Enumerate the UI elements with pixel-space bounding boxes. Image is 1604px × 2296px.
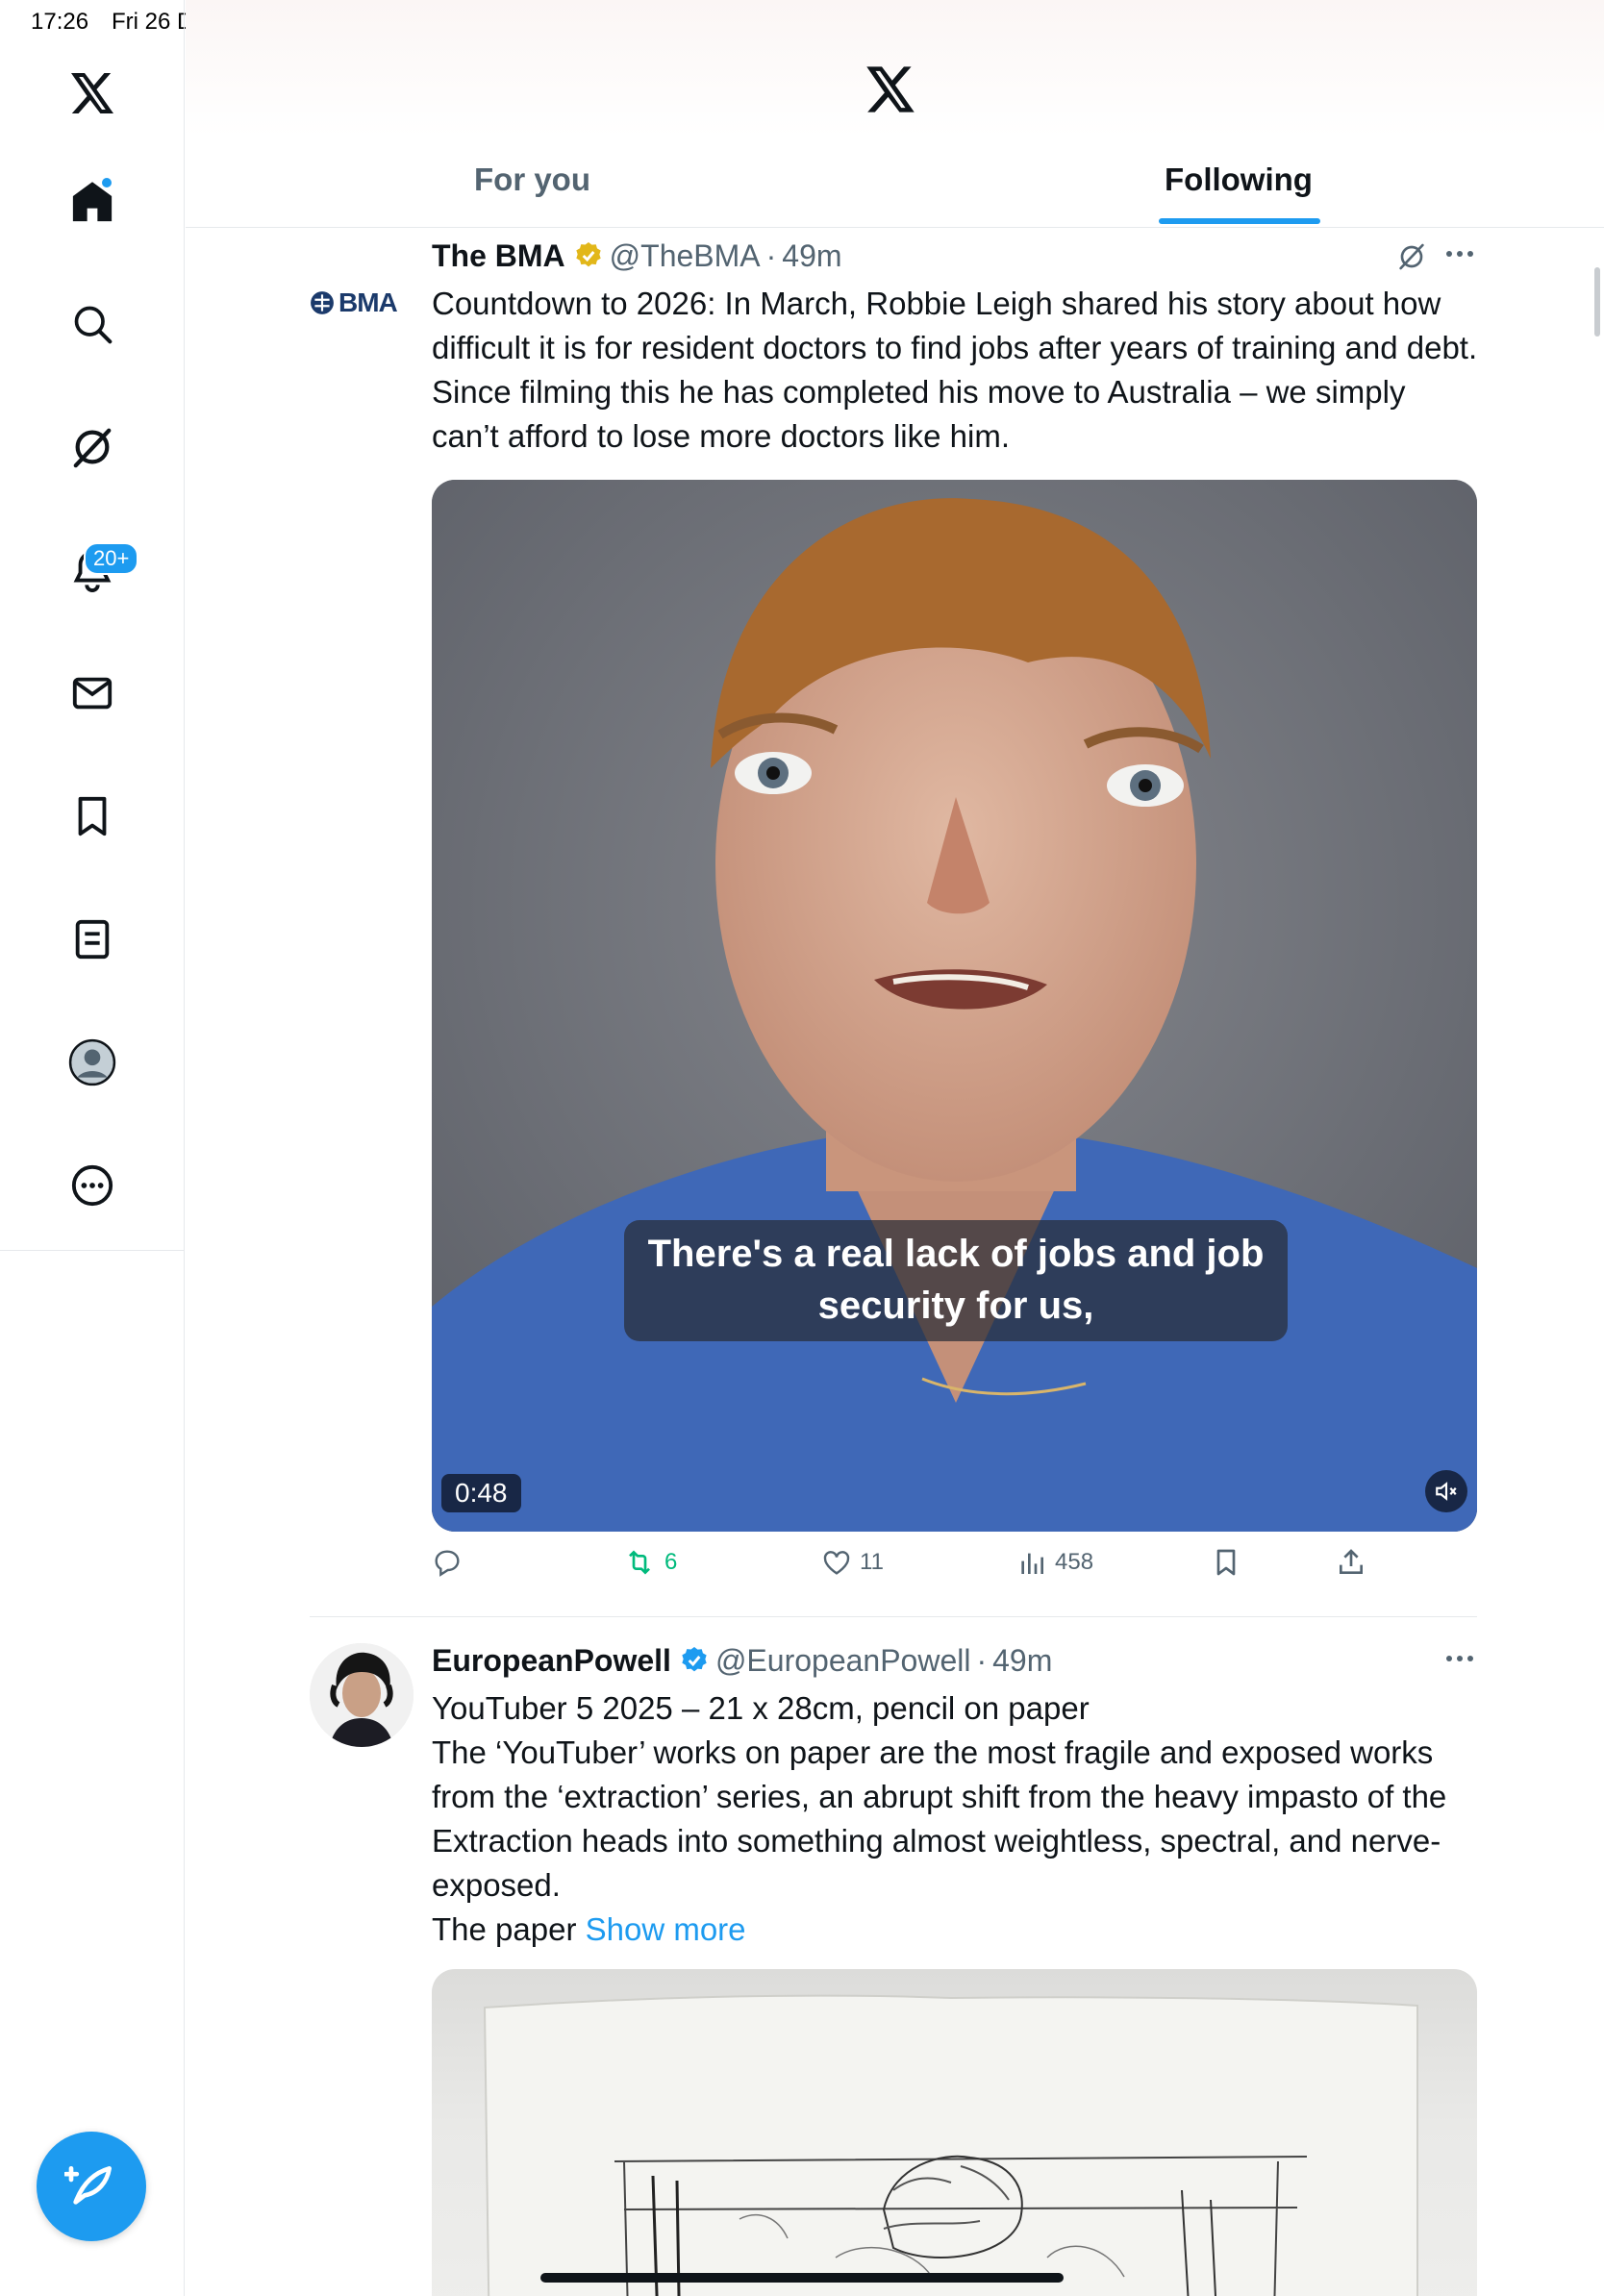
bookmarks-icon[interactable] (59, 783, 126, 850)
verified-blue-badge-icon (679, 1645, 710, 1676)
more-icon[interactable] (59, 1152, 126, 1219)
sidebar-divider (0, 1250, 185, 1251)
notifications-badge: 20+ (84, 542, 139, 575)
share-icon (1340, 1549, 1363, 1574)
like-button[interactable]: 11 (821, 1547, 884, 1578)
bma-avatar[interactable]: BMA (310, 251, 414, 355)
tweet[interactable]: EuropeanPowell @EuropeanPowell · 49m You… (310, 1640, 1477, 2296)
bookmark-button[interactable] (1211, 1547, 1241, 1578)
search-icon[interactable] (59, 290, 126, 358)
tweet-text-paragraph: The ‘YouTuber’ works on paper are the mo… (432, 1734, 1447, 1903)
grok-icon[interactable] (59, 413, 126, 481)
compose-feather-icon (64, 2166, 112, 2205)
video-frame (432, 480, 1477, 1532)
sidebar: 20+ (0, 0, 185, 2296)
tweet-time[interactable]: 49m (782, 238, 841, 274)
pencil-drawing-image (483, 1994, 1418, 2296)
bookmark-icon (1216, 1549, 1236, 1576)
tweet[interactable]: BMA The BMA @TheBMA · 49m Countdown to 2… (310, 236, 1477, 1601)
tweet-header: EuropeanPowell @EuropeanPowell · 49m (432, 1640, 1052, 1681)
lists-icon[interactable] (59, 906, 126, 973)
avatar-photo (310, 1643, 414, 1747)
muted-speaker-icon (1436, 1482, 1457, 1501)
timeline-tabs: For you Following (186, 144, 1604, 228)
retweet-icon (629, 1550, 650, 1575)
video-duration: 0:48 (441, 1474, 521, 1512)
compose-button[interactable] (37, 2132, 146, 2241)
video-caption: There's a real lack of jobs and job secu… (624, 1220, 1288, 1341)
tab-for-you[interactable]: For you (474, 162, 590, 198)
dot-separator: · (976, 1642, 988, 1678)
views-button[interactable]: 458 (1016, 1547, 1093, 1578)
author-handle[interactable]: @EuropeanPowell (715, 1643, 971, 1679)
messages-icon[interactable] (59, 660, 126, 727)
heart-icon (823, 1551, 850, 1575)
dot-separator: · (765, 237, 777, 273)
grok-icon[interactable] (1396, 241, 1427, 272)
scrollbar-thumb[interactable] (1594, 267, 1600, 337)
home-icon[interactable] (59, 167, 126, 235)
author-avatar[interactable] (310, 1643, 414, 1747)
tweet-actions: 6 11 458 (432, 1547, 1477, 1589)
tweet-text-truncated: The paper Show more (432, 1908, 1480, 1952)
tweet-separator (310, 1616, 1477, 1617)
bma-avatar-text: BMA (338, 287, 398, 317)
verified-gold-badge-icon (573, 240, 604, 271)
tweet-header: The BMA @TheBMA · 49m (432, 236, 842, 276)
reply-icon (435, 1550, 460, 1577)
more-options-icon[interactable] (1444, 249, 1475, 259)
author-name[interactable]: EuropeanPowell (432, 1643, 671, 1679)
views-count: 458 (1055, 1549, 1094, 1575)
retweet-button[interactable]: 6 (622, 1547, 677, 1578)
show-more-link[interactable]: Show more (586, 1911, 746, 1947)
tweet-text: YouTuber 5 2025 – 21 x 28cm, pencil on p… (432, 1686, 1480, 1952)
tweet-text: Countdown to 2026: In March, Robbie Leig… (432, 286, 1478, 454)
x-logo-icon (866, 66, 915, 112)
tweet-text-line: YouTuber 5 2025 – 21 x 28cm, pencil on p… (432, 1690, 1090, 1726)
bma-emblem-icon (311, 291, 334, 314)
active-tab-indicator (1159, 218, 1320, 224)
home-indicator[interactable] (540, 2273, 1064, 2283)
x-logo-icon[interactable] (59, 60, 126, 127)
mute-button[interactable] (1425, 1470, 1467, 1512)
author-handle[interactable]: @TheBMA (610, 238, 761, 274)
views-chart-icon (1021, 1553, 1043, 1574)
profile-icon[interactable] (59, 1029, 126, 1096)
share-button[interactable] (1336, 1547, 1366, 1578)
tweet-text-tail: The paper (432, 1911, 577, 1947)
home-notification-dot (100, 176, 113, 189)
tab-following[interactable]: Following (1165, 162, 1313, 198)
tweet-time[interactable]: 49m (992, 1643, 1052, 1679)
tweet-image[interactable] (432, 1969, 1477, 2296)
retweet-count: 6 (664, 1549, 678, 1575)
like-count: 11 (860, 1549, 884, 1575)
reply-button[interactable] (432, 1547, 470, 1578)
more-options-icon[interactable] (1444, 1654, 1475, 1663)
timeline-header: For you Following (186, 0, 1604, 228)
tweet-video[interactable]: There's a real lack of jobs and job secu… (432, 480, 1477, 1532)
author-name[interactable]: The BMA (432, 238, 565, 274)
